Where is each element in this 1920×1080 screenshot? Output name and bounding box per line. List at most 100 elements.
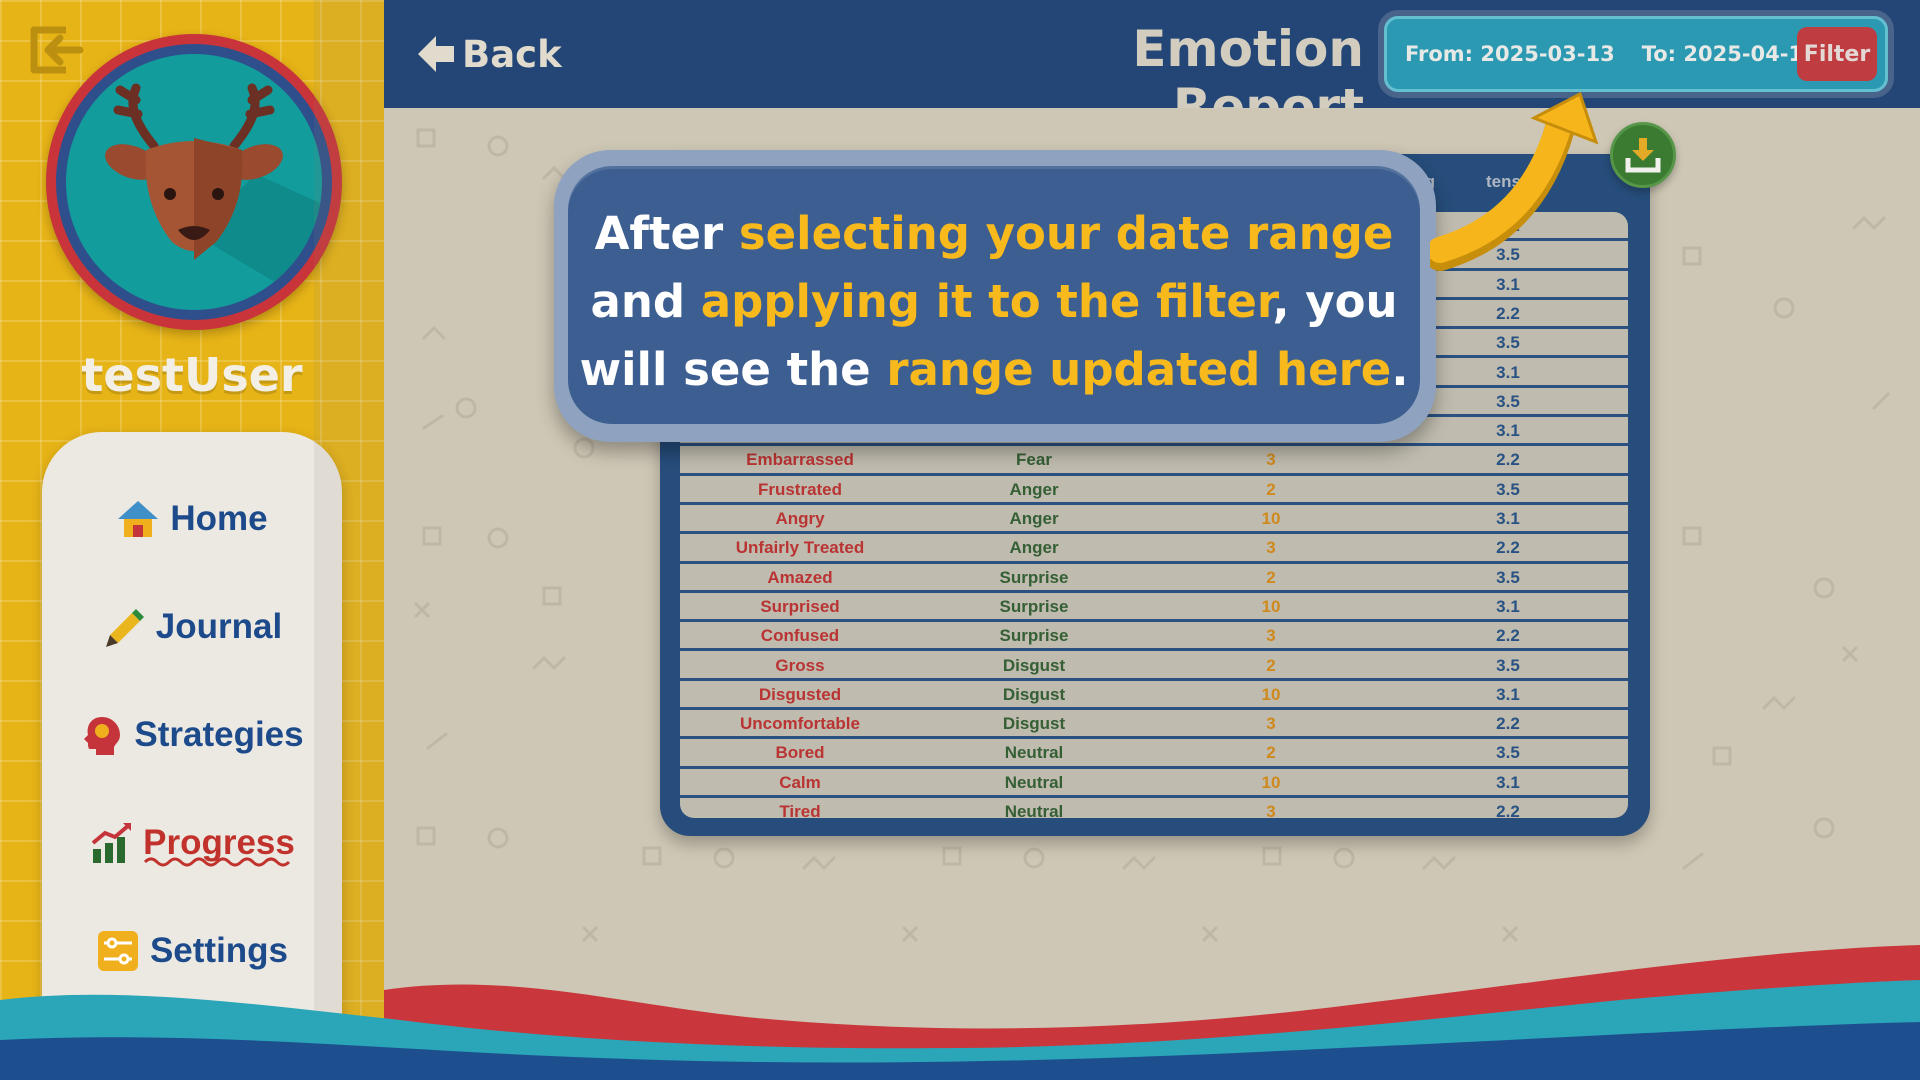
cell-category: Neutral (1004, 802, 1064, 818)
cell-count: 3 (1266, 538, 1276, 558)
cell-average-intensity: 2.2 (1496, 538, 1520, 558)
cell-emotion: Surprised (760, 596, 840, 616)
logout-icon[interactable] (26, 24, 84, 76)
username: testUser (81, 348, 303, 402)
cell-category: Anger (1009, 509, 1059, 528)
cell-count: 3 (1266, 626, 1276, 646)
cell-average-intensity: 2.2 (1496, 626, 1520, 646)
cell-count: 10 (1261, 596, 1281, 616)
cell-emotion: Amazed (767, 567, 833, 587)
tooltip-highlight: range updated here (886, 343, 1392, 396)
back-button[interactable]: Back (416, 26, 562, 82)
cell-category: Disgust (1002, 714, 1066, 734)
cell-average-intensity: 3.1 (1496, 772, 1520, 792)
back-label: Back (462, 32, 562, 76)
cell-emotion: Tired (779, 802, 821, 818)
table-row: Angry Anger 10 3.1 (680, 505, 1628, 535)
date-range-filter: From: 2025-03-13 To: 2025-04-13 Filter (1384, 16, 1888, 92)
cell-count: 10 (1261, 772, 1281, 792)
table-row: Gross Disgust 2 3.5 (680, 652, 1628, 681)
cell-emotion: Bored (775, 743, 825, 763)
cell-count: 2 (1266, 655, 1276, 675)
cell-average-intensity: 2.2 (1496, 802, 1520, 818)
top-bar: Back Emotion Report From: 2025-03-13 To:… (384, 0, 1920, 136)
cell-average-intensity: 3.5 (1496, 567, 1520, 587)
cell-category: Surprise (999, 596, 1069, 616)
nav-label-home: Home (170, 499, 268, 538)
cell-count: 3 (1266, 450, 1276, 470)
cell-emotion: Embarrassed (746, 450, 854, 470)
cell-category: Anger (1009, 538, 1059, 558)
to-date[interactable]: To: 2025-04-13 (1642, 42, 1818, 66)
head-icon (84, 717, 121, 755)
tooltip-text: After selecting your date range and appl… (568, 200, 1420, 404)
cell-emotion: Calm (779, 772, 821, 792)
table-row: Unfairly Treated Anger 3 2.2 (680, 534, 1628, 564)
cell-category: Neutral (1004, 743, 1064, 763)
pencil-icon (105, 609, 144, 647)
cell-emotion: Unfairly Treated (735, 538, 865, 558)
arrow-left-icon (418, 36, 454, 72)
active-underline (143, 857, 291, 867)
cell-average-intensity: 3.5 (1496, 479, 1520, 499)
cell-average-intensity: 3.5 (1496, 743, 1520, 763)
cell-average-intensity: 3.1 (1496, 684, 1520, 704)
tooltip-text-part: After (594, 207, 739, 260)
cell-count: 3 (1266, 714, 1276, 734)
cell-category: Surprise (999, 626, 1069, 646)
deer-avatar-icon (66, 54, 322, 310)
cell-category: Anger (1009, 479, 1059, 499)
cell-count: 2 (1266, 743, 1276, 763)
cell-emotion: Confused (760, 626, 840, 646)
house-icon (118, 501, 159, 537)
table-row: Amazed Surprise 2 3.5 (680, 564, 1628, 593)
nav-item-journal[interactable]: Journal (42, 592, 342, 662)
table-row: Disgusted Disgust 10 3.1 (680, 681, 1628, 711)
filter-button[interactable]: Filter (1797, 27, 1877, 81)
cell-emotion: Uncomfortable (740, 714, 860, 734)
cell-count: 10 (1261, 509, 1281, 528)
table-row: Confused Surprise 3 2.2 (680, 622, 1628, 652)
cell-average-intensity: 2.2 (1496, 714, 1520, 734)
cell-category: Disgust (1002, 655, 1066, 675)
tutorial-tooltip: After selecting your date range and appl… (554, 150, 1436, 442)
cell-category: Disgust (1002, 684, 1066, 704)
cell-count: 2 (1266, 567, 1276, 587)
cell-category: Neutral (1004, 772, 1064, 792)
table-row: Surprised Surprise 10 3.1 (680, 593, 1628, 623)
table-row: Uncomfortable Disgust 3 2.2 (680, 710, 1628, 740)
cell-emotion: Frustrated (757, 479, 843, 499)
cell-count: 2 (1266, 479, 1276, 499)
cell-emotion: Disgusted (758, 684, 842, 704)
nav-item-strategies[interactable]: Strategies (42, 700, 342, 770)
cell-average-intensity: 2.2 (1496, 450, 1520, 470)
cell-average-intensity: 3.1 (1496, 509, 1520, 528)
table-row: Embarrassed Fear 3 2.2 (680, 446, 1628, 476)
cell-count: 3 (1266, 802, 1276, 818)
cell-emotion: Gross (775, 655, 825, 675)
cell-category: Fear (1016, 450, 1052, 470)
decorative-waves (0, 945, 1920, 1080)
from-date[interactable]: From: 2025-03-13 (1405, 42, 1615, 66)
download-icon (1625, 138, 1661, 173)
cell-count: 10 (1261, 684, 1281, 704)
chart-icon (91, 823, 132, 863)
nav-label-journal: Journal (155, 607, 283, 646)
cell-category: Surprise (999, 567, 1069, 587)
table-row: Tired Neutral 3 2.2 (680, 798, 1628, 818)
avatar (46, 34, 342, 330)
cell-average-intensity: 3.5 (1496, 655, 1520, 675)
cell-average-intensity: 3.1 (1496, 421, 1520, 441)
nav-item-home[interactable]: Home (42, 484, 342, 554)
table-row: Calm Neutral 10 3.1 (680, 769, 1628, 798)
tooltip-text-part: will see the (579, 343, 887, 396)
tooltip-text-part: , you (1272, 275, 1398, 328)
tooltip-text-part: and (590, 275, 701, 328)
tooltip-highlight: applying it to the filter (700, 275, 1273, 328)
tooltip-body: After selecting your date range and appl… (568, 166, 1420, 424)
nav-label-strategies: Strategies (134, 715, 304, 754)
sidebar: testUser Home Journal Strategies Progres… (0, 0, 384, 1080)
tooltip-highlight: selecting your date range (738, 207, 1394, 260)
table-row: Frustrated Anger 2 3.5 (680, 476, 1628, 505)
cell-average-intensity: 3.1 (1496, 596, 1520, 616)
